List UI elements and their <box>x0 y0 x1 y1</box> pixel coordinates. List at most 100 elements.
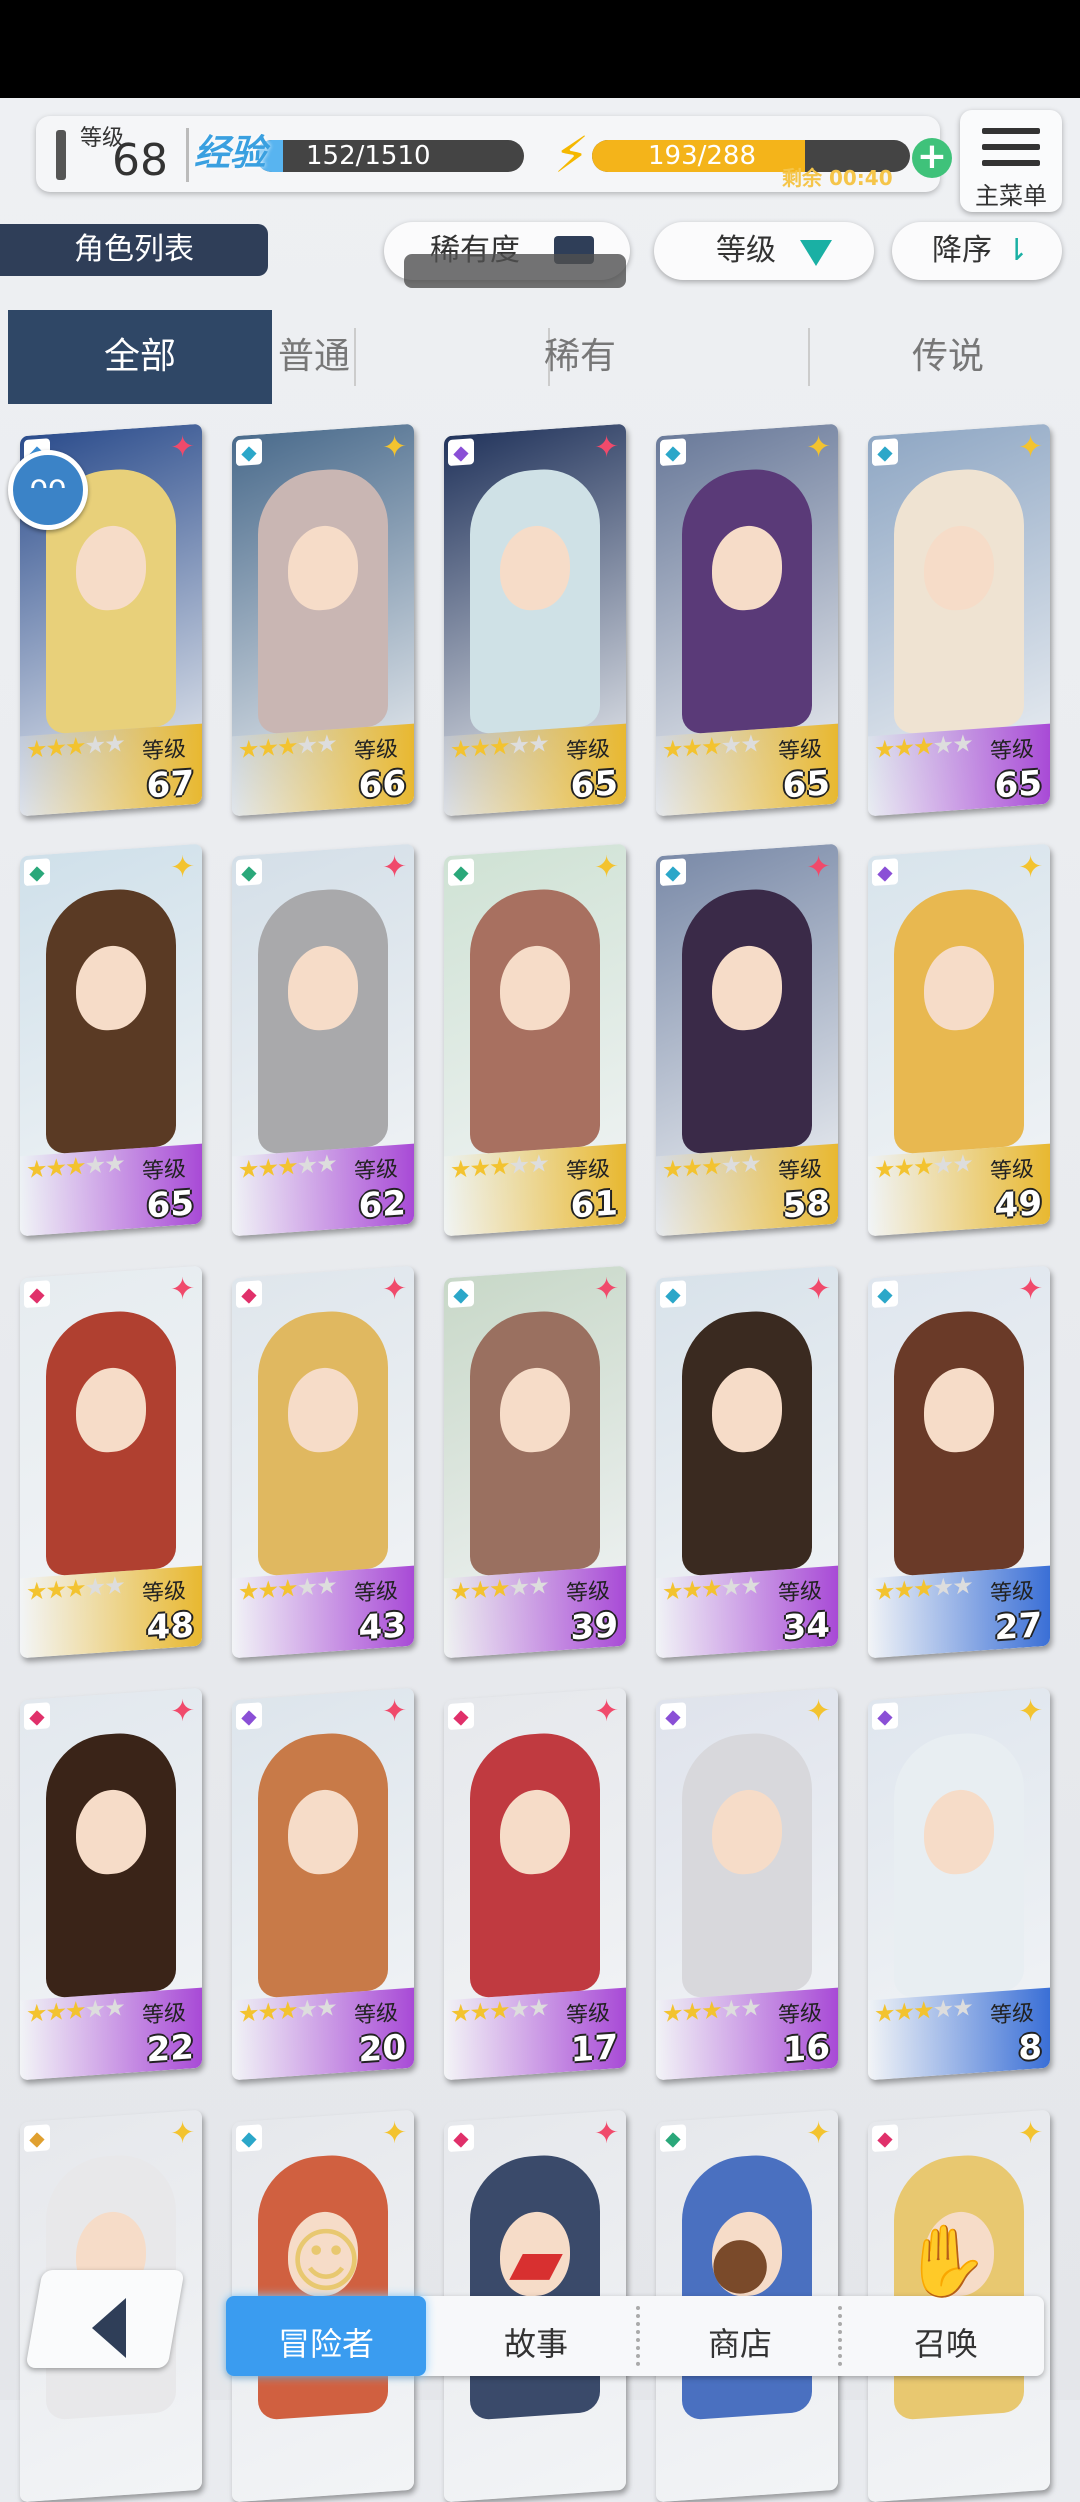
book-icon: ▰ <box>509 2220 563 2302</box>
sort-order-button[interactable]: 降序 ⇂ <box>892 222 1062 280</box>
card-level-value: 65 <box>994 763 1042 807</box>
rarity-star-icon: ✦ <box>594 1271 620 1308</box>
card-level-value: 49 <box>994 1183 1042 1227</box>
card-level-value: 22 <box>146 2027 194 2071</box>
rarity-star-icon: ✦ <box>170 1271 196 1308</box>
add-stamina-button[interactable]: + <box>912 138 952 178</box>
rarity-star-icon: ✦ <box>382 1271 408 1308</box>
rarity-star-icon: ✦ <box>594 849 620 886</box>
rarity-star-icon: ✦ <box>1018 849 1044 886</box>
rarity-star-icon: ✦ <box>594 1693 620 1730</box>
dropdown-arrow-icon <box>800 240 832 266</box>
card-level-value: 34 <box>782 1605 830 1649</box>
rarity-star-icon: ✦ <box>170 429 196 466</box>
character-card[interactable]: ◆ ✦ ★★★★★ 等级 39 <box>444 1265 626 1659</box>
rarity-star-icon: ✦ <box>1018 2115 1044 2152</box>
card-level-value: 65 <box>146 1183 194 1227</box>
character-card[interactable]: ◆ ✦ ★★★★★ 等级 49 <box>868 843 1050 1237</box>
rarity-star-icon: ✦ <box>170 1693 196 1730</box>
rarity-star-icon: ✦ <box>170 2115 196 2152</box>
bag-icon: ● <box>709 2220 771 2302</box>
exp-text: 152/1510 <box>306 141 431 171</box>
character-card[interactable]: ◆ ✦ ★★★★★ 等级 16 <box>656 1687 838 2081</box>
player-status-bar: 等级 68 经验 152/1510 ⚡ 193/288 剩余 00:40 + <box>36 116 952 192</box>
character-card[interactable]: ◆ ✦ ★★★★★ 等级 48 <box>20 1265 202 1659</box>
main-menu-button[interactable]: 主菜单 <box>960 110 1062 212</box>
rarity-star-icon: ✦ <box>806 1693 832 1730</box>
element-icon: ◆ <box>236 2124 262 2153</box>
lightning-icon: ⚡ <box>554 126 590 184</box>
summon-hand-icon: ✋ <box>902 2220 990 2302</box>
element-icon: ◆ <box>660 438 686 467</box>
element-icon: ◆ <box>448 438 474 467</box>
sort-order-label: 降序 <box>932 233 992 268</box>
element-icon: ◆ <box>872 1280 898 1309</box>
sort-descending-icon: ⇂ <box>1004 233 1030 268</box>
rarity-star-icon: ✦ <box>594 2115 620 2152</box>
stamina-text: 193/288 <box>648 141 757 171</box>
character-card[interactable]: ◆ ✦ ★★★★★ 等级 8 <box>868 1687 1050 2081</box>
character-card[interactable]: ◆ ✦ ★★★★★ 等级 66 <box>232 423 414 817</box>
remaining-label: 剩余 <box>782 166 822 190</box>
element-icon: ◆ <box>448 1280 474 1309</box>
element-icon: ◆ <box>236 438 262 467</box>
element-icon: ◆ <box>872 2124 898 2153</box>
character-card[interactable]: ◆ ✦ ★★★★★ 等级 65 <box>656 423 838 817</box>
level-marker <box>56 130 66 180</box>
element-icon: ◆ <box>236 1280 262 1309</box>
sort-level-button[interactable]: 等级 <box>654 222 874 280</box>
character-card[interactable]: ◆ ✦ ★★★★★ 等级 65 <box>868 423 1050 817</box>
card-level-value: 39 <box>570 1605 618 1649</box>
character-card[interactable]: ◆ ✦ ★★★★★ 等级 43 <box>232 1265 414 1659</box>
card-level-value: 66 <box>358 763 406 807</box>
element-icon: ◆ <box>448 1702 474 1731</box>
tab-legend[interactable]: 传说 <box>816 310 1080 404</box>
character-card[interactable]: ◆ ✦ ★★★★★ 等级 22 <box>20 1687 202 2081</box>
rarity-star-icon: ✦ <box>806 2115 832 2152</box>
card-level-value: 58 <box>782 1183 830 1227</box>
rarity-star-icon: ✦ <box>806 429 832 466</box>
element-icon: ◆ <box>660 858 686 887</box>
element-icon: ◆ <box>24 1702 50 1731</box>
element-icon: ◆ <box>236 858 262 887</box>
rarity-star-icon: ✦ <box>170 849 196 886</box>
player-level: 68 <box>112 135 168 186</box>
card-level-value: 48 <box>146 1605 194 1649</box>
back-arrow-icon <box>92 2298 126 2358</box>
element-icon: ◆ <box>872 438 898 467</box>
main-menu-label: 主菜单 <box>975 182 1047 210</box>
card-level-value: 67 <box>146 763 194 807</box>
element-icon: ◆ <box>660 2124 686 2153</box>
character-card[interactable]: ◆ ✦ ★★★★★ 等级 17 <box>444 1687 626 2081</box>
rarity-star-icon: ✦ <box>382 849 408 886</box>
character-card[interactable]: ◆ ✦ ★★★★★ 等级 65 <box>444 423 626 817</box>
card-level-value: 43 <box>358 1605 406 1649</box>
card-level-value: 8 <box>1018 2027 1042 2069</box>
overlay-tag <box>404 254 626 288</box>
tab-rare[interactable]: 稀有 <box>448 310 712 404</box>
rarity-tabs: 全部 普通 稀有 传说 <box>8 310 1080 404</box>
rarity-star-icon: ✦ <box>382 1693 408 1730</box>
character-card[interactable]: ◆ ✦ ★★★★★ 等级 65 <box>20 843 202 1237</box>
element-icon: ◆ <box>660 1280 686 1309</box>
tab-divider <box>808 328 810 386</box>
character-card[interactable]: ◆ ✦ ★★★★★ 等级 62 <box>232 843 414 1237</box>
character-card[interactable]: ◆ ✦ ★★★★★ 等级 58 <box>656 843 838 1237</box>
element-icon: ◆ <box>660 1702 686 1731</box>
character-card[interactable]: ◆ ✦ ★★★★★ 等级 20 <box>232 1687 414 2081</box>
card-level-value: 62 <box>358 1183 406 1227</box>
element-icon: ◆ <box>24 858 50 887</box>
character-card[interactable]: ◆ ✦ ★★★★★ 等级 27 <box>868 1265 1050 1659</box>
card-level-value: 61 <box>570 1183 618 1227</box>
tab-normal[interactable]: 普通 <box>182 310 446 404</box>
character-card[interactable]: ◆ ✦ ★★★★★ 等级 61 <box>444 843 626 1237</box>
rarity-star-icon: ✦ <box>594 429 620 466</box>
stamina-timer: 剩余 00:40 <box>782 162 893 191</box>
rarity-star-icon: ✦ <box>1018 1271 1044 1308</box>
exp-label: 经验 <box>194 133 267 174</box>
chat-bubble-icon[interactable]: ᴖᴖ <box>8 450 88 530</box>
element-icon: ◆ <box>872 1702 898 1731</box>
character-card[interactable]: ◆ ✦ ★★★★★ 等级 34 <box>656 1265 838 1659</box>
top-black-bar <box>0 0 1080 98</box>
rarity-star-icon: ✦ <box>382 429 408 466</box>
